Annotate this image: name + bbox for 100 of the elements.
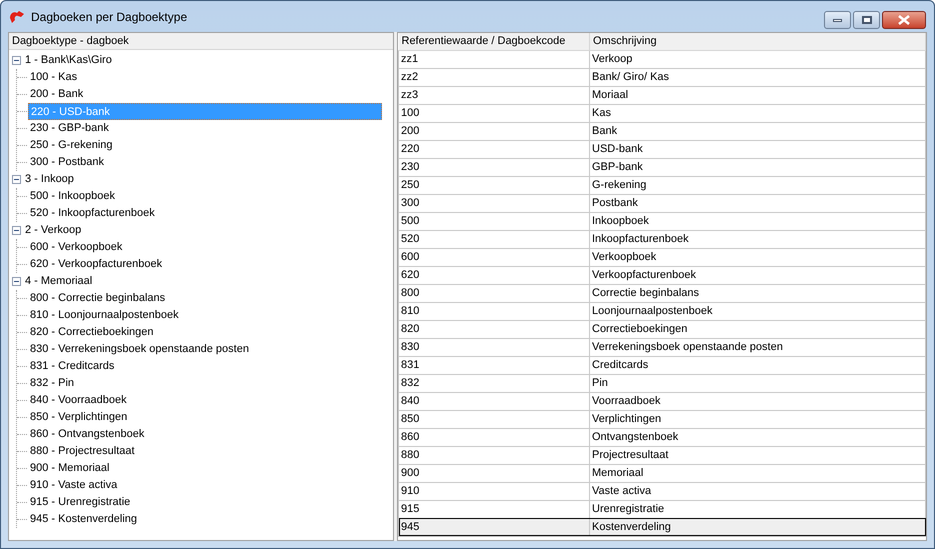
maximize-button[interactable] (853, 11, 880, 29)
table-cell: 820 (398, 320, 590, 338)
table-row[interactable]: 831 Creditcards (398, 356, 926, 374)
table-cell: Correctieboekingen (590, 320, 926, 338)
table-row[interactable]: 200 Bank (398, 122, 926, 140)
table-cell: 250 (398, 176, 590, 194)
table-row[interactable]: 100 Kas (398, 104, 926, 122)
tree-item[interactable]: 830 - Verrekeningsboek openstaande posten (28, 341, 251, 358)
collapse-icon[interactable] (12, 56, 21, 65)
table-row[interactable]: 840 Voorraadboek (398, 392, 926, 410)
tree-item[interactable]: 250 - G-rekening (28, 137, 115, 154)
table-cell: 850 (398, 410, 590, 428)
table-row[interactable]: zz2 Bank/ Giro/ Kas (398, 68, 926, 86)
tree-item[interactable]: 820 - Correctieboekingen (28, 324, 156, 341)
tree-item[interactable]: 915 - Urenregistratie (28, 494, 132, 511)
tree-item[interactable]: 810 - Loonjournaalpostenboek (28, 307, 181, 324)
table-cell: 220 (398, 140, 590, 158)
table-row[interactable]: 520 Inkoopfacturenboek (398, 230, 926, 248)
table-cell: 200 (398, 122, 590, 140)
tree-item[interactable]: 900 - Memoriaal (28, 460, 112, 477)
table-cell: zz1 (398, 50, 590, 68)
tree-item[interactable]: 800 - Correctie beginbalans (28, 290, 168, 307)
table-row[interactable]: 500 Inkoopboek (398, 212, 926, 230)
table-row[interactable]: 830 Verrekeningsboek openstaande posten (398, 338, 926, 356)
table-row[interactable]: 820 Correctieboekingen (398, 320, 926, 338)
table-row[interactable]: 945 Kostenverdeling (398, 518, 926, 536)
minimize-button[interactable] (824, 11, 851, 29)
table-cell: 910 (398, 482, 590, 500)
table-cell: 830 (398, 338, 590, 356)
table-cell: 860 (398, 428, 590, 446)
table-row[interactable]: 600 Verkoopboek (398, 248, 926, 266)
tree-item[interactable]: 500 - Inkoopboek (28, 188, 118, 205)
table-row[interactable]: 250 G-rekening (398, 176, 926, 194)
tree-item[interactable]: 600 - Verkoopboek (28, 239, 124, 256)
table-row[interactable]: 810 Loonjournaalpostenboek (398, 302, 926, 320)
table-row[interactable]: zz1 Verkoop (398, 50, 926, 68)
table-row[interactable]: 880 Projectresultaat (398, 446, 926, 464)
tree-item[interactable]: 850 - Verplichtingen (28, 409, 130, 426)
tree-item[interactable]: 831 - Creditcards (28, 358, 116, 375)
column-header[interactable]: Dagboektype - dagboek (9, 33, 393, 50)
tree-item[interactable]: 620 - Verkoopfacturenboek (28, 256, 164, 273)
table-cell: Bank/ Giro/ Kas (590, 68, 926, 86)
tree-item[interactable]: 520 - Inkoopfacturenboek (28, 205, 157, 222)
tree-item[interactable]: 945 - Kostenverdeling (28, 511, 140, 528)
tree-item[interactable]: 840 - Voorraadboek (28, 392, 129, 409)
table-cell: Projectresultaat (590, 446, 926, 464)
table-cell: 600 (398, 248, 590, 266)
table-cell: 880 (398, 446, 590, 464)
collapse-icon[interactable] (12, 277, 21, 286)
table-cell: 900 (398, 464, 590, 482)
tree-item[interactable]: 880 - Projectresultaat (28, 443, 137, 460)
table-cell: Vaste activa (590, 482, 926, 500)
table-row[interactable]: 910 Vaste activa (398, 482, 926, 500)
tree-node[interactable]: 2 - Verkoop (24, 222, 82, 239)
app-logo-icon (9, 10, 25, 24)
tree-node[interactable]: 1 - Bank\Kas\Giro (24, 52, 113, 69)
collapse-icon[interactable] (12, 175, 21, 184)
table-cell: Verkoop (590, 50, 926, 68)
table-row[interactable]: 860 Ontvangstenboek (398, 428, 926, 446)
tree-item[interactable]: 300 - Postbank (28, 154, 106, 171)
table-cell: Moriaal (590, 86, 926, 104)
table-cell: USD-bank (590, 140, 926, 158)
tree-item[interactable]: 100 - Kas (28, 69, 80, 86)
table-row[interactable]: 832 Pin (398, 374, 926, 392)
close-icon (897, 15, 911, 25)
table-cell: Bank (590, 122, 926, 140)
table-cell: 945 (398, 518, 590, 536)
table-cell: 520 (398, 230, 590, 248)
tree-item[interactable]: 860 - Ontvangstenboek (28, 426, 146, 443)
tree-node[interactable]: 3 - Inkoop (24, 171, 75, 188)
table-cell: 840 (398, 392, 590, 410)
table-cell: Pin (590, 374, 926, 392)
table-cell: zz3 (398, 86, 590, 104)
table-row[interactable]: zz3 Moriaal (398, 86, 926, 104)
table-cell: Postbank (590, 194, 926, 212)
table-cell: Verrekeningsboek openstaande posten (590, 338, 926, 356)
table-cell: Loonjournaalpostenboek (590, 302, 926, 320)
table-cell: Voorraadboek (590, 392, 926, 410)
table-row[interactable]: 800 Correctie beginbalans (398, 284, 926, 302)
tree-item[interactable]: 230 - GBP-bank (28, 120, 111, 137)
column-header[interactable]: Referentiewaarde / Dagboekcode (398, 33, 590, 50)
table-cell: GBP-bank (590, 158, 926, 176)
tree-item[interactable]: 910 - Vaste activa (28, 477, 120, 494)
table-cell: 500 (398, 212, 590, 230)
tree-item[interactable]: 200 - Bank (28, 86, 86, 103)
tree-node[interactable]: 4 - Memoriaal (24, 273, 94, 290)
table-cell: Ontvangstenboek (590, 428, 926, 446)
table-cell: 832 (398, 374, 590, 392)
table-row[interactable]: 300 Postbank (398, 194, 926, 212)
table-row[interactable]: 620 Verkoopfacturenboek (398, 266, 926, 284)
close-button[interactable] (882, 11, 926, 29)
table-row[interactable]: 220 USD-bank (398, 140, 926, 158)
table-row[interactable]: 900 Memoriaal (398, 464, 926, 482)
column-header[interactable]: Omschrijving (590, 33, 926, 50)
table-cell: Inkoopfacturenboek (590, 230, 926, 248)
table-row[interactable]: 230 GBP-bank (398, 158, 926, 176)
table-row[interactable]: 850 Verplichtingen (398, 410, 926, 428)
collapse-icon[interactable] (12, 226, 21, 235)
tree-item[interactable]: 832 - Pin (28, 375, 76, 392)
table-cell: 300 (398, 194, 590, 212)
